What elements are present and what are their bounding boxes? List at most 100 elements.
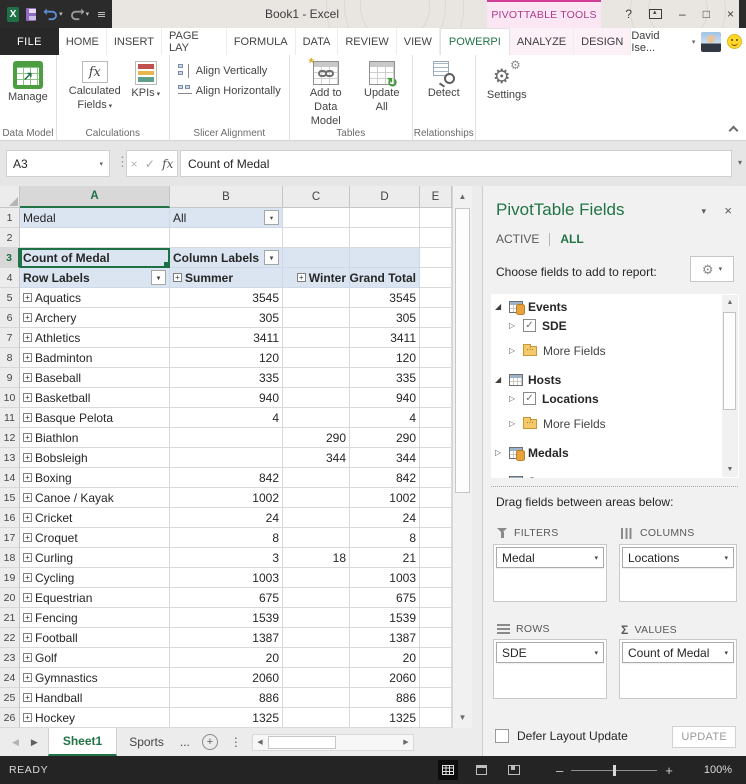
tab-all[interactable]: ALL	[560, 232, 583, 246]
cell-B21[interactable]: 1539	[170, 608, 283, 628]
cell-A15[interactable]: + Canoe / Kayak	[20, 488, 170, 508]
expand-icon[interactable]: ▷	[509, 419, 523, 428]
select-all-corner[interactable]	[0, 186, 20, 208]
tab-design[interactable]: DESIGN	[574, 28, 632, 55]
collapse-icon[interactable]: ◢	[495, 302, 509, 311]
field-group-sports[interactable]: ▷ Sports	[495, 473, 719, 478]
cell-D4[interactable]: Grand Total	[350, 268, 420, 288]
cell-C4[interactable]: + Winter	[283, 268, 350, 288]
enter-icon[interactable]: ✓	[145, 157, 155, 171]
tab-review[interactable]: REVIEW	[338, 28, 397, 55]
redo-dropdown-icon[interactable]: ▾	[86, 10, 90, 18]
vertical-scroll-thumb[interactable]	[455, 208, 470, 493]
cell-B2[interactable]	[170, 228, 283, 248]
cell-A4[interactable]: Row Labels ▾	[20, 268, 170, 288]
cell-D15[interactable]: 1002	[350, 488, 420, 508]
cell-D5[interactable]: 3545	[350, 288, 420, 308]
cell-B25[interactable]: 886	[170, 688, 283, 708]
cell-D11[interactable]: 4	[350, 408, 420, 428]
cell-D8[interactable]: 120	[350, 348, 420, 368]
cell-B7[interactable]: 3411	[170, 328, 283, 348]
expand-icon[interactable]: +	[173, 273, 182, 282]
expand-icon[interactable]: +	[23, 513, 32, 522]
cell-D21[interactable]: 1539	[350, 608, 420, 628]
expand-icon[interactable]: ▷	[495, 477, 509, 478]
expand-icon[interactable]: +	[23, 393, 32, 402]
cell-E20[interactable]	[420, 588, 452, 608]
customize-qat-button[interactable]	[98, 11, 105, 17]
cell-A18[interactable]: + Curling	[20, 548, 170, 568]
field-item-sde[interactable]: ▷ ✓ SDE	[495, 317, 719, 334]
minimize-button[interactable]: –	[679, 8, 686, 20]
undo-button[interactable]: ▾	[43, 7, 63, 21]
cell-D17[interactable]: 8	[350, 528, 420, 548]
expand-formula-bar-icon[interactable]: ▾	[738, 158, 742, 167]
checkbox-checked[interactable]: ✓	[523, 319, 536, 332]
tab-home[interactable]: HOME	[59, 28, 107, 55]
row-header-7[interactable]: 7	[0, 328, 20, 348]
row-header-25[interactable]: 25	[0, 688, 20, 708]
field-group-events[interactable]: ◢ Events	[495, 298, 719, 315]
zoom-slider-thumb[interactable]	[613, 764, 617, 776]
field-list-scrollbar[interactable]: ▲ ▼	[722, 295, 738, 477]
row-header-5[interactable]: 5	[0, 288, 20, 308]
cell-C5[interactable]	[283, 288, 350, 308]
next-sheet-icon[interactable]: ▶	[31, 737, 38, 748]
name-box[interactable]: A3 ▾	[6, 150, 110, 177]
cell-D13[interactable]: 344	[350, 448, 420, 468]
column-header-A[interactable]: A	[20, 186, 170, 208]
scroll-right-icon[interactable]: ▶	[399, 735, 413, 750]
expand-icon[interactable]: +	[23, 533, 32, 542]
cell-C24[interactable]	[283, 668, 350, 688]
cell-D6[interactable]: 305	[350, 308, 420, 328]
cell-E22[interactable]	[420, 628, 452, 648]
expand-icon[interactable]: +	[23, 353, 32, 362]
cell-C12[interactable]: 290	[283, 428, 350, 448]
field-group-hosts[interactable]: ◢ Hosts	[495, 371, 719, 388]
cell-A1[interactable]: Medal	[20, 208, 170, 228]
cell-C9[interactable]	[283, 368, 350, 388]
expand-icon[interactable]: +	[23, 453, 32, 462]
cell-B26[interactable]: 1325	[170, 708, 283, 728]
filter-dropdown-icon[interactable]: ▾	[264, 210, 279, 225]
cell-C6[interactable]	[283, 308, 350, 328]
cell-E19[interactable]	[420, 568, 452, 588]
scroll-down-icon[interactable]: ▼	[453, 708, 472, 727]
row-header-2[interactable]: 2	[0, 228, 20, 248]
align-vertically-button[interactable]: Align Vertically	[175, 61, 271, 81]
cell-A23[interactable]: + Golf	[20, 648, 170, 668]
expand-icon[interactable]: +	[23, 613, 32, 622]
cell-C7[interactable]	[283, 328, 350, 348]
save-button[interactable]	[26, 7, 37, 21]
row-header-4[interactable]: 4	[0, 268, 20, 288]
cell-A24[interactable]: + Gymnastics	[20, 668, 170, 688]
tools-button[interactable]: ⚙ ▾	[690, 256, 734, 282]
cell-B14[interactable]: 842	[170, 468, 283, 488]
new-sheet-button[interactable]: +	[201, 734, 218, 750]
cell-A25[interactable]: + Handball	[20, 688, 170, 708]
column-header-E[interactable]: E	[420, 186, 452, 208]
cell-E7[interactable]	[420, 328, 452, 348]
cell-E13[interactable]	[420, 448, 452, 468]
tab-insert[interactable]: INSERT	[107, 28, 162, 55]
user-avatar[interactable]	[701, 31, 722, 52]
cell-E21[interactable]	[420, 608, 452, 628]
cell-A9[interactable]: + Baseball	[20, 368, 170, 388]
filter-dropdown-icon[interactable]: ▾	[151, 270, 166, 285]
cell-C21[interactable]	[283, 608, 350, 628]
vertical-scrollbar[interactable]: ▲ ▼	[452, 186, 472, 728]
cell-C11[interactable]	[283, 408, 350, 428]
expand-icon[interactable]: +	[23, 473, 32, 482]
cell-A13[interactable]: + Bobsleigh	[20, 448, 170, 468]
sheet-tab-sports[interactable]: Sports	[117, 728, 176, 756]
cell-C13[interactable]: 344	[283, 448, 350, 468]
row-header-6[interactable]: 6	[0, 308, 20, 328]
cell-A7[interactable]: + Athletics	[20, 328, 170, 348]
chip-dropdown-icon[interactable]: ▾	[724, 554, 728, 562]
cell-E15[interactable]	[420, 488, 452, 508]
cell-E14[interactable]	[420, 468, 452, 488]
tab-view[interactable]: VIEW	[397, 28, 440, 55]
calculated-fields-button[interactable]: fx Calculated Fields	[62, 58, 128, 113]
manage-button[interactable]: ↗ Manage	[5, 58, 51, 105]
help-button[interactable]: ?	[625, 8, 632, 20]
